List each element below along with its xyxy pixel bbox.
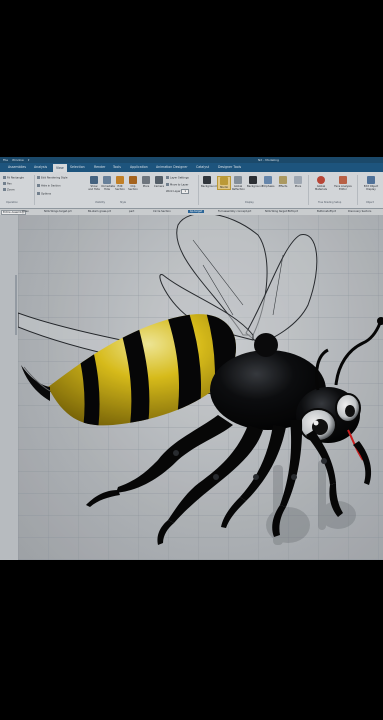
tab-tools[interactable]: Tools: [113, 165, 121, 169]
more-icon: [142, 176, 150, 184]
part-tab[interactable]: Circle Section: [153, 210, 171, 213]
part-tab[interactable]: Full assembly concept.prt: [218, 210, 251, 213]
background-icon: [203, 176, 211, 184]
global-materials-icon: [317, 176, 325, 184]
leg-joints: [173, 450, 327, 480]
group-label-display: Display: [245, 201, 254, 204]
work-layer[interactable]: Work Layer 1: [166, 189, 190, 194]
bee-model[interactable]: [18, 215, 383, 560]
move-to-layer[interactable]: Move to Layer: [166, 183, 188, 187]
face-analysis-editor-button[interactable]: Face Analysis Editor: [333, 176, 353, 191]
pan-tool[interactable]: Pan: [3, 182, 12, 186]
ribbon-separator: [308, 175, 309, 205]
tab-animation-designer[interactable]: Animation Designer: [156, 165, 188, 169]
nx-window: File Window ▾ NX - Modeling Assemblies A…: [0, 157, 383, 560]
move-layer-icon: [166, 183, 169, 186]
global-reflection-icon: [234, 176, 242, 184]
zoom-tool[interactable]: Zoom: [3, 188, 14, 192]
options-item[interactable]: Options: [37, 192, 51, 196]
face-analysis-icon: [339, 176, 347, 184]
quick-access-window[interactable]: Window: [12, 158, 24, 162]
fit-icon: [3, 176, 6, 179]
part-tab[interactable]: Buttonstuff.prt: [317, 210, 336, 213]
background-display-icon: [249, 176, 257, 184]
layer-settings-icon: [166, 176, 169, 179]
camera-icon: [155, 176, 163, 184]
resource-bar[interactable]: [0, 215, 19, 560]
ribbon-separator: [198, 175, 199, 205]
group-label-operation: Operation: [6, 201, 18, 204]
fit-rectangle-tool[interactable]: Fit Rectangle: [3, 176, 24, 180]
tab-designer-tools[interactable]: Designer Tools: [218, 165, 241, 169]
immediate-hide-icon: [103, 176, 111, 184]
bee-tail: [21, 365, 50, 401]
studio-button[interactable]: Studio: [217, 176, 231, 190]
group-label-object: Object: [366, 201, 374, 204]
part-tab[interactable]: Discovery Sectors: [348, 210, 371, 213]
layer-settings[interactable]: Layer Settings: [166, 176, 189, 180]
tab-application[interactable]: Application: [130, 165, 148, 169]
part-tab[interactable]: Bz-stem grass.prt: [88, 210, 111, 213]
edit-section-icon: [116, 176, 124, 184]
rendering-style-icon: [37, 176, 40, 179]
emphasis-icon: [264, 176, 272, 184]
effects-icon: [279, 176, 287, 184]
zoom-icon: [3, 188, 6, 191]
ribbon-tabs: Assemblies Analysis View Selection Rende…: [0, 163, 383, 172]
background-display-button[interactable]: Background: [247, 176, 262, 188]
part-tab-active[interactable]: bp-target: [188, 210, 205, 213]
part-tab[interactable]: NXG Wings target.prt: [44, 210, 72, 213]
edit-object-display-button[interactable]: Edit Object Display: [362, 176, 380, 191]
group-label-visibility: Visibility: [95, 201, 106, 204]
quick-access-dropdown[interactable]: ▾: [28, 158, 30, 162]
hide-section-icon: [37, 184, 40, 187]
work-layer-field[interactable]: 1: [181, 189, 190, 194]
pan-icon: [3, 182, 6, 185]
ribbon-panel: Fit Rectangle Pan Zoom Operation Edit Re…: [0, 172, 383, 209]
more-display-button[interactable]: More: [292, 176, 304, 188]
edit-rendering-style[interactable]: Edit Rendering Style: [37, 176, 67, 180]
tab-analysis[interactable]: Analysis: [34, 165, 47, 169]
ribbon-separator: [34, 175, 35, 205]
tab-catalyst[interactable]: Catalyst: [196, 165, 209, 169]
effects-button[interactable]: Effects: [277, 176, 289, 188]
tab-view[interactable]: View: [53, 164, 67, 172]
options-icon: [37, 192, 40, 195]
tab-render[interactable]: Render: [94, 165, 105, 169]
side-scrollbar[interactable]: [15, 275, 17, 335]
clip-section-button[interactable]: Clip Section: [127, 176, 139, 191]
clip-section-icon: [129, 176, 137, 184]
hide-in-section[interactable]: Hide in Section: [37, 184, 61, 188]
show-and-hide-button[interactable]: Show and Hide: [88, 176, 100, 191]
tab-selection[interactable]: Selection: [70, 165, 85, 169]
group-label-true-shading: True Shading Setup: [318, 201, 342, 204]
part-tab[interactable]: part: [129, 210, 134, 213]
global-reflection-button[interactable]: Global Reflection: [232, 176, 245, 191]
immediate-hide-button[interactable]: Immediate Hide: [101, 176, 115, 191]
quick-access-file[interactable]: File: [3, 158, 8, 162]
edit-section-button[interactable]: Edit Section: [114, 176, 126, 191]
part-tab[interactable]: NXG Wing target BUM.prt: [265, 210, 298, 213]
emphasis-button[interactable]: Emphasis: [262, 176, 274, 188]
ribbon-separator: [357, 175, 358, 205]
show-hide-icon: [90, 176, 98, 184]
camera-button[interactable]: Camera: [153, 176, 165, 188]
graphics-window[interactable]: [18, 215, 383, 560]
part-tab[interactable]: Open: [22, 210, 29, 213]
more-display-icon: [294, 176, 302, 184]
global-materials-button[interactable]: Global Materials: [313, 176, 329, 191]
studio-icon: [220, 177, 228, 185]
more-view-button[interactable]: More: [140, 176, 152, 188]
edit-object-display-icon: [367, 176, 375, 184]
group-label-style: Style: [120, 201, 127, 204]
background-button[interactable]: Background: [201, 176, 216, 188]
tab-assemblies[interactable]: Assemblies: [8, 165, 26, 169]
